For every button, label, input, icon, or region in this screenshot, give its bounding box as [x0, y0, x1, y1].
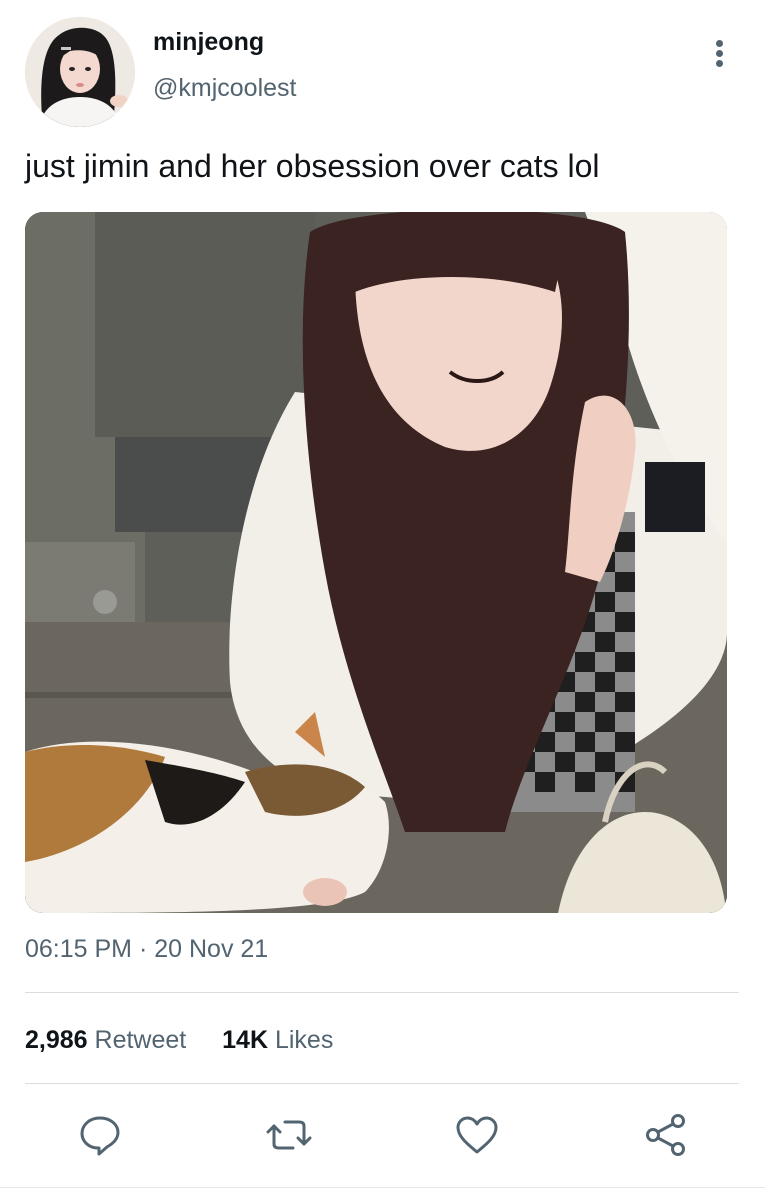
divider-bottom	[25, 1083, 739, 1084]
likes-count: 14K	[222, 1026, 269, 1054]
tweet-time: 06:15 PM	[25, 935, 133, 963]
tweet-date: 20 Nov 21	[154, 935, 269, 963]
like-button[interactable]	[454, 1112, 500, 1158]
retweets-count: 2,986	[25, 1026, 88, 1054]
more-options-button[interactable]	[700, 30, 740, 76]
author-handle[interactable]: @kmjcoolest	[153, 72, 296, 104]
bottom-border	[0, 1187, 765, 1188]
date-separator: ·	[138, 935, 148, 963]
share-button[interactable]	[643, 1112, 689, 1158]
retweet-button[interactable]	[266, 1112, 312, 1158]
reply-button[interactable]	[77, 1112, 123, 1158]
author-display-name[interactable]: minjeong	[153, 26, 264, 58]
retweet-icon	[266, 1120, 312, 1150]
share-icon	[646, 1114, 685, 1156]
retweets-stat[interactable]: 2,986 Retweet	[25, 1022, 186, 1058]
like-icon	[456, 1116, 498, 1154]
avatar-image	[25, 17, 135, 127]
likes-label: Likes	[274, 1026, 334, 1054]
tweet-stats: 2,986 Retweet 14K Likes	[25, 1022, 333, 1058]
retweets-label: Retweet	[94, 1026, 187, 1054]
tweet-photo[interactable]	[25, 212, 727, 913]
reply-icon	[80, 1116, 120, 1156]
tweet-text: just jimin and her obsession over cats l…	[25, 148, 600, 184]
tweet-timestamp[interactable]: 06:15 PM · 20 Nov 21	[25, 932, 268, 966]
photo-image	[25, 212, 727, 913]
author-avatar[interactable]	[25, 17, 135, 127]
likes-stat[interactable]: 14K Likes	[222, 1022, 333, 1058]
divider-top	[25, 992, 739, 993]
